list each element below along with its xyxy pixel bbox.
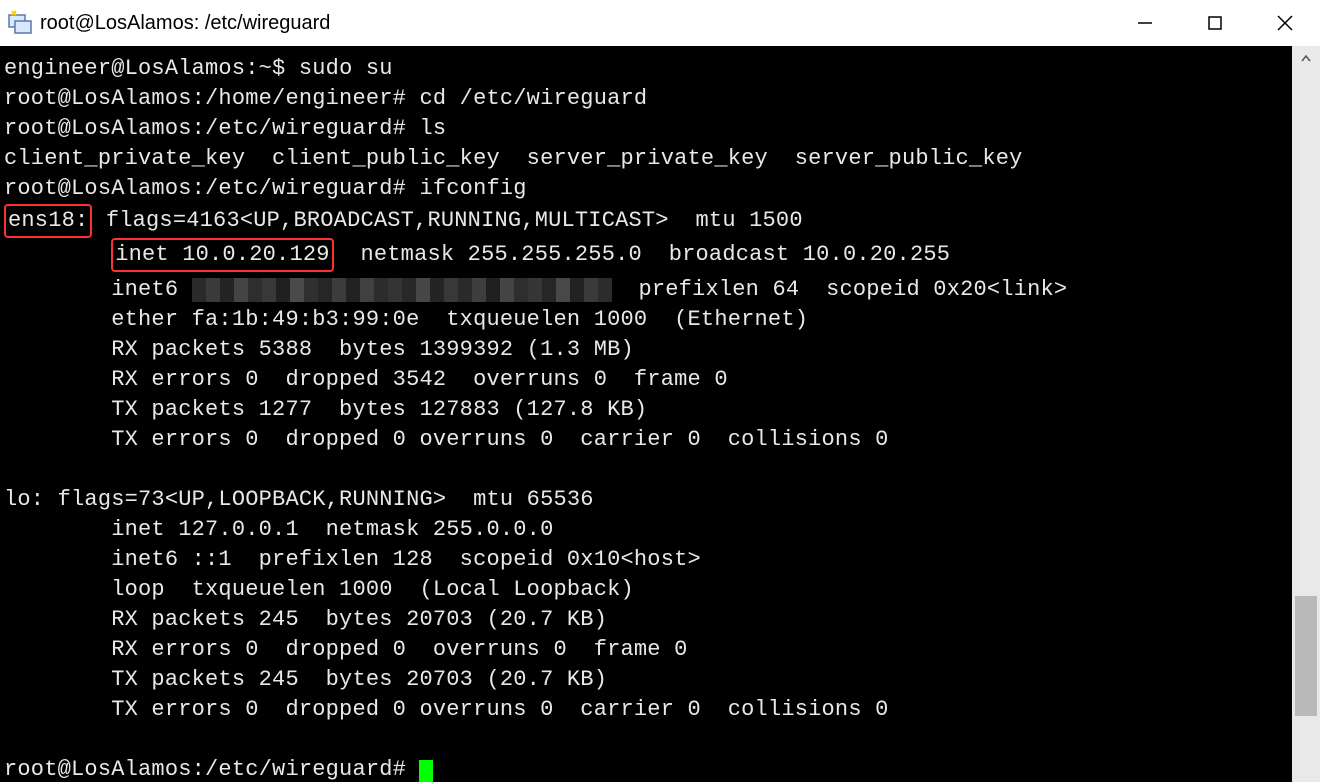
- command: ls: [419, 116, 446, 141]
- ifconfig-line: lo: flags=73<UP,LOOPBACK,RUNNING> mtu 65…: [4, 487, 594, 512]
- ifconfig-line: RX packets 245 bytes 20703 (20.7 KB): [4, 607, 607, 632]
- highlight-interface: ens18:: [4, 204, 92, 238]
- terminal-window: root@LosAlamos: /etc/wireguard engineer@…: [0, 0, 1320, 782]
- ifconfig-line: inet 127.0.0.1 netmask 255.0.0.0: [4, 517, 554, 542]
- ifconfig-line: TX errors 0 dropped 0 overruns 0 carrier…: [4, 427, 889, 452]
- ifconfig-line: netmask 255.255.255.0 broadcast 10.0.20.…: [334, 242, 951, 267]
- cursor: [419, 760, 433, 782]
- scroll-up-button[interactable]: [1292, 46, 1320, 72]
- terminal[interactable]: engineer@LosAlamos:~$ sudo su root@LosAl…: [0, 46, 1292, 782]
- ifconfig-line: TX errors 0 dropped 0 overruns 0 carrier…: [4, 697, 889, 722]
- close-button[interactable]: [1250, 0, 1320, 46]
- ls-output: client_private_key client_public_key ser…: [4, 146, 1023, 171]
- prompt: root@LosAlamos:/etc/wireguard#: [4, 116, 419, 141]
- ifconfig-line: flags=4163<UP,BROADCAST,RUNNING,MULTICAS…: [92, 208, 802, 233]
- ifconfig-line: inet6: [4, 277, 192, 302]
- ifconfig-line: TX packets 1277 bytes 127883 (127.8 KB): [4, 397, 647, 422]
- ifconfig-line: RX errors 0 dropped 0 overruns 0 frame 0: [4, 637, 688, 662]
- ifconfig-line: loop txqueuelen 1000 (Local Loopback): [4, 577, 634, 602]
- prompt: root@LosAlamos:/etc/wireguard#: [4, 757, 419, 782]
- ifconfig-line: prefixlen 64 scopeid 0x20<link>: [612, 277, 1068, 302]
- ifconfig-line: inet6 ::1 prefixlen 128 scopeid 0x10<hos…: [4, 547, 701, 572]
- maximize-button[interactable]: [1180, 0, 1250, 46]
- redacted-ipv6: [192, 272, 612, 302]
- ifconfig-line: RX errors 0 dropped 3542 overruns 0 fram…: [4, 367, 728, 392]
- command: cd /etc/wireguard: [419, 86, 647, 111]
- app-icon: [0, 0, 40, 46]
- ifconfig-line: ether fa:1b:49:b3:99:0e txqueuelen 1000 …: [4, 307, 808, 332]
- prompt: root@LosAlamos:/etc/wireguard#: [4, 176, 419, 201]
- window-title: root@LosAlamos: /etc/wireguard: [40, 12, 330, 35]
- highlight-inet: inet 10.0.20.129: [111, 238, 333, 272]
- prompt: root@LosAlamos:/home/engineer#: [4, 86, 419, 111]
- titlebar[interactable]: root@LosAlamos: /etc/wireguard: [0, 0, 1320, 46]
- ifconfig-line: TX packets 245 bytes 20703 (20.7 KB): [4, 667, 607, 692]
- ifconfig-line: RX packets 5388 bytes 1399392 (1.3 MB): [4, 337, 634, 362]
- minimize-button[interactable]: [1110, 0, 1180, 46]
- terminal-output: engineer@LosAlamos:~$ sudo su root@LosAl…: [4, 46, 1292, 782]
- prompt: engineer@LosAlamos:~$: [4, 56, 299, 81]
- command: sudo su: [299, 56, 393, 81]
- scroll-thumb[interactable]: [1295, 596, 1317, 716]
- command: ifconfig: [419, 176, 526, 201]
- scrollbar[interactable]: [1292, 46, 1320, 782]
